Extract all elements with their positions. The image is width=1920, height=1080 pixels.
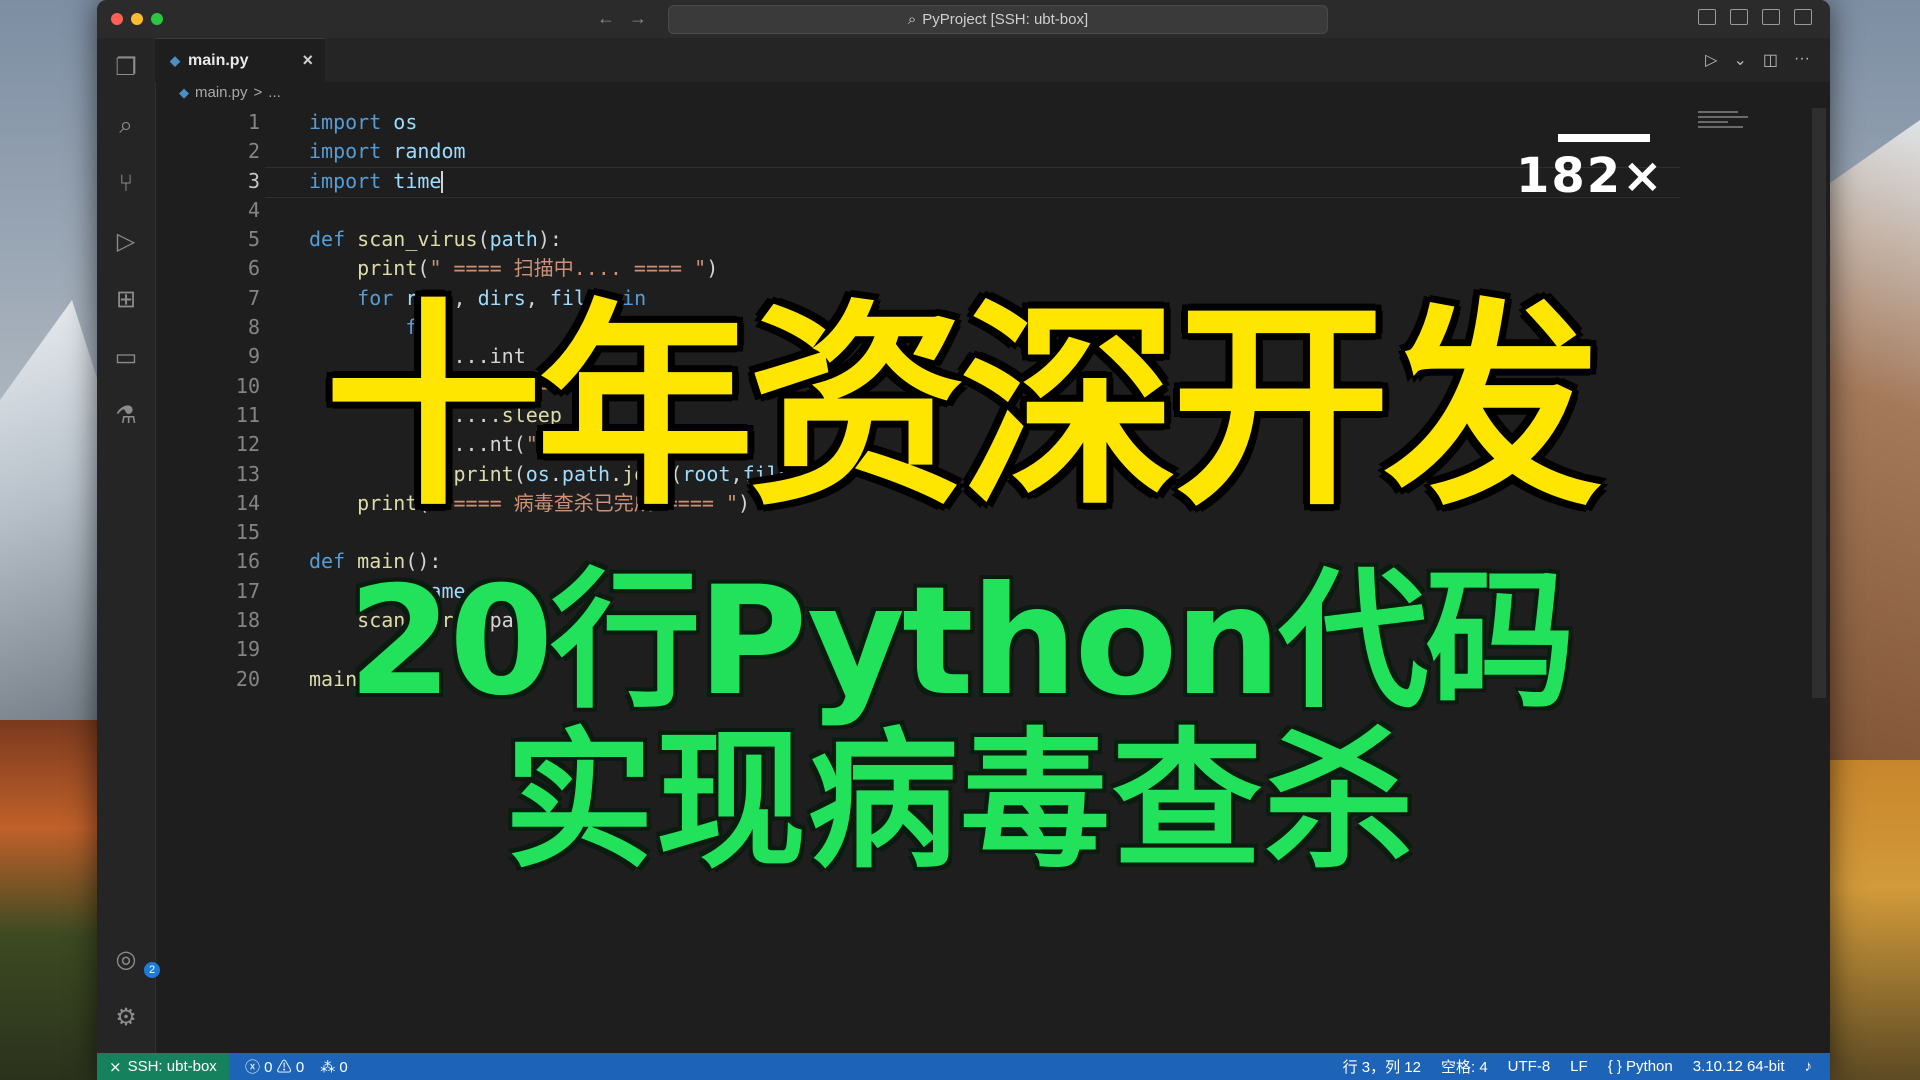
zoom-level: 182× <box>1516 148 1665 204</box>
tab-main-py[interactable]: ◆ main.py × <box>155 38 325 82</box>
python-file-icon: ◆ <box>170 52 180 68</box>
breadcrumb-symbols[interactable]: ... <box>268 84 281 101</box>
customize-layout-icon[interactable] <box>1794 9 1812 25</box>
python-interpreter[interactable]: 3.10.12 64-bit <box>1693 1058 1785 1075</box>
code-text: import random <box>309 139 466 164</box>
status-bar: ⨯ SSH: ubt-box ⓧ 0 ⚠ 0 ⁂ 0 行 3，列 12 空格: … <box>97 1053 1830 1080</box>
errors-count: 0 <box>264 1059 273 1076</box>
split-editor-icon[interactable]: ◫ <box>1763 50 1778 70</box>
encoding[interactable]: UTF-8 <box>1508 1058 1551 1075</box>
back-arrow-icon[interactable]: ← <box>597 8 615 29</box>
indentation[interactable]: 空格: 4 <box>1441 1056 1488 1077</box>
breadcrumb-file[interactable]: main.py <box>195 84 248 101</box>
forward-arrow-icon[interactable]: → <box>629 8 647 29</box>
breadcrumb-separator: > <box>253 84 263 101</box>
code-text: import os <box>309 110 418 134</box>
toggle-panel-icon[interactable] <box>1730 9 1748 25</box>
close-tab-button[interactable]: × <box>302 50 313 71</box>
remote-indicator[interactable]: ⨯ SSH: ubt-box <box>97 1053 229 1080</box>
explorer-icon[interactable]: ❐ <box>112 54 140 82</box>
language-mode[interactable]: { } Python <box>1608 1058 1673 1075</box>
zoom-indicator-bar <box>1558 134 1650 142</box>
command-center[interactable]: ⌕ PyProject [SSH: ubt-box] <box>668 5 1328 34</box>
toggle-primary-sidebar-icon[interactable] <box>1698 9 1716 25</box>
line-number: 4 <box>247 197 260 222</box>
more-actions-icon[interactable]: ··· <box>1794 50 1810 70</box>
remote-icon: ⨯ <box>109 1058 122 1076</box>
warnings-count: 0 <box>295 1059 305 1076</box>
python-file-icon: ◆ <box>179 84 189 100</box>
command-center-label: PyProject [SSH: ubt-box] <box>922 11 1089 28</box>
settings-gear-icon[interactable]: ⚙ <box>112 1004 140 1032</box>
ports-count: 0 <box>339 1058 348 1076</box>
subtitle-overlay-2: 实现病毒查杀 <box>503 715 1416 889</box>
search-icon[interactable]: ⌕ <box>112 112 140 140</box>
traffic-lights <box>111 13 163 25</box>
close-window-button[interactable] <box>111 13 123 25</box>
end-of-line[interactable]: LF <box>1570 1058 1588 1075</box>
run-python-file-icon[interactable]: ▷ <box>1705 50 1717 70</box>
headline-overlay: 十年资深开发 <box>324 282 1602 535</box>
remote-label: SSH: ubt-box <box>127 1058 217 1075</box>
code-text: import time <box>309 168 444 194</box>
ports-indicator[interactable]: ⁂ 0 <box>320 1058 348 1076</box>
accounts-icon[interactable]: ◎ 2 <box>112 946 160 978</box>
chevron-down-icon[interactable]: ⌄ <box>1733 50 1746 70</box>
minimize-window-button[interactable] <box>131 13 143 25</box>
tab-label: main.py <box>188 51 249 69</box>
text-cursor <box>441 171 444 194</box>
editor-tab-bar: ◆ main.py × ▷ ⌄ ◫ ··· <box>155 38 1830 82</box>
line-number: 2 <box>247 139 260 164</box>
cursor-position[interactable]: 行 3，列 12 <box>1343 1056 1421 1077</box>
zoom-window-button[interactable] <box>151 13 163 25</box>
search-icon: ⌕ <box>907 11 917 28</box>
breadcrumb: ◆ main.py > ... <box>179 84 281 101</box>
line-number: 3 <box>247 168 260 193</box>
code-line[interactable]: 1 import os <box>155 108 1810 137</box>
line-number: 1 <box>247 110 260 134</box>
minimap[interactable] <box>1698 108 1758 144</box>
problems-indicator[interactable]: ⓧ 0 ⚠ 0 <box>245 1056 304 1077</box>
notifications-bell-icon[interactable]: ♪ <box>1805 1058 1813 1075</box>
source-control-icon[interactable]: ⑂ <box>112 170 140 198</box>
toggle-secondary-sidebar-icon[interactable] <box>1762 9 1780 25</box>
title-bar: ← → ⌕ PyProject [SSH: ubt-box] <box>97 0 1830 39</box>
